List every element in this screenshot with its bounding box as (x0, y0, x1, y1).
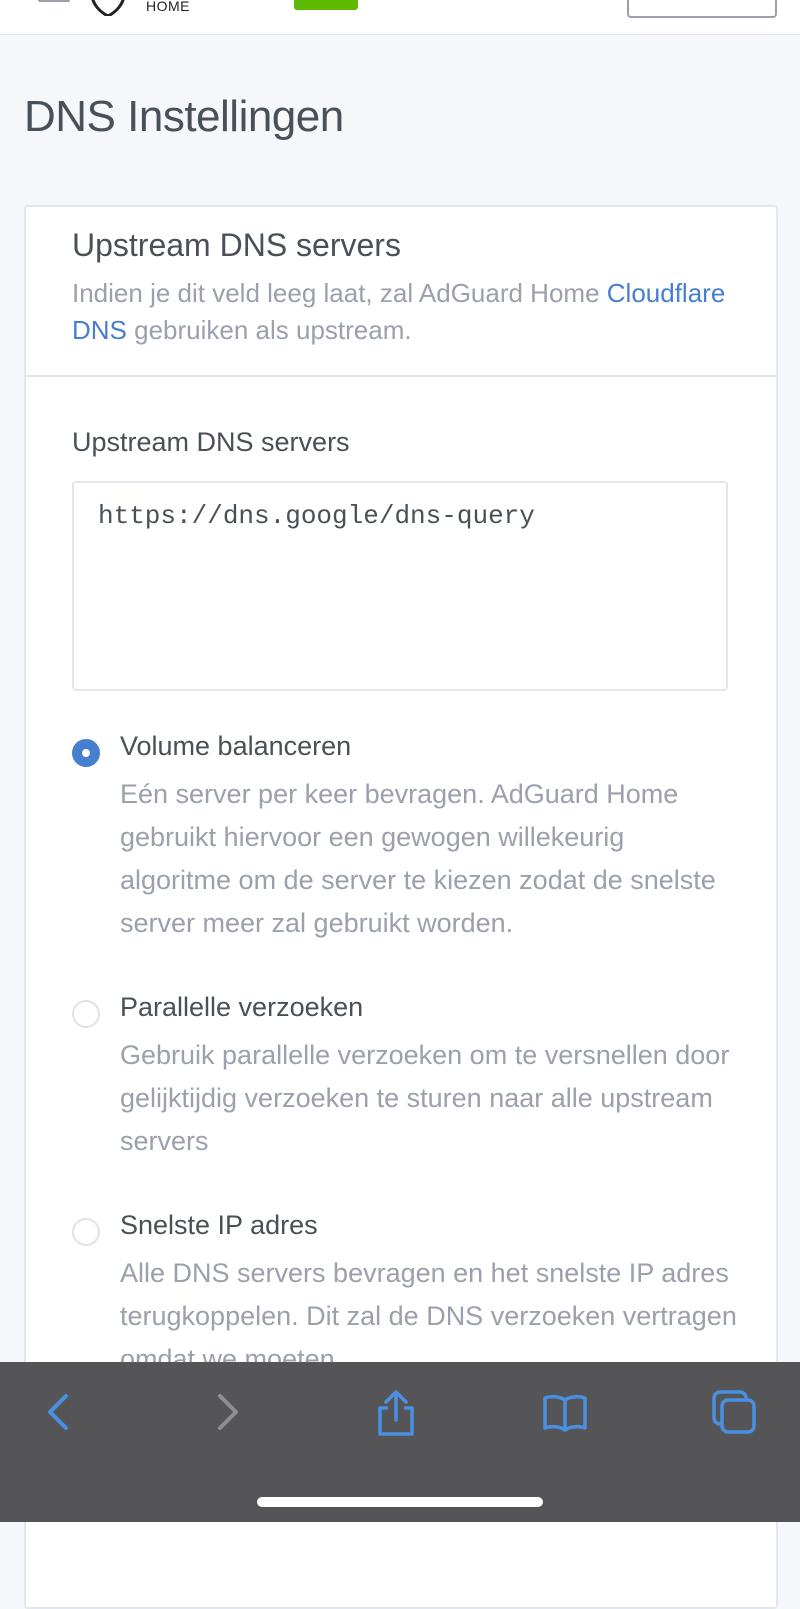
radio-load-balancing[interactable] (72, 739, 100, 767)
radio-label: Snelste IP adres (120, 1210, 318, 1240)
back-button[interactable] (34, 1388, 82, 1436)
radio-label: Volume balanceren (120, 731, 352, 761)
radio-description: Eén server per keer bevragen. AdGuard Ho… (120, 779, 716, 938)
top-navbar: HOME (0, 0, 800, 35)
forward-button[interactable] (204, 1388, 252, 1436)
tabs-button[interactable] (710, 1388, 758, 1436)
home-indicator (257, 1497, 543, 1507)
browser-toolbar (0, 1362, 800, 1522)
radio-fastest-ip[interactable] (72, 1218, 100, 1246)
header-button[interactable] (627, 0, 777, 18)
card-desc-prefix: Indien je dit veld leeg laat, zal AdGuar… (72, 278, 607, 308)
version-badge (294, 0, 358, 10)
menu-icon[interactable] (38, 0, 70, 2)
back-icon (48, 1394, 68, 1430)
share-button[interactable] (372, 1388, 420, 1436)
card-desc-suffix: gebruiken als upstream. (126, 315, 412, 345)
card-title: Upstream DNS servers (72, 227, 401, 263)
radio-label: Parallelle verzoeken (120, 992, 364, 1022)
logo-text: HOME (146, 0, 190, 14)
card-description: Indien je dit veld leeg laat, zal AdGuar… (72, 275, 732, 349)
upstream-servers-textarea[interactable]: https://dns.google/dns-query (72, 481, 728, 691)
page-title: DNS Instellingen (24, 92, 344, 141)
upstream-servers-label: Upstream DNS servers (72, 427, 350, 457)
tabs-icon (712, 1390, 756, 1434)
adguard-shield-logo[interactable] (88, 0, 128, 16)
radio-description: Gebruik parallelle verzoeken om te versn… (120, 1040, 730, 1156)
radio-parallel[interactable] (72, 1000, 100, 1028)
share-icon (378, 1390, 414, 1436)
bookmarks-button[interactable] (541, 1388, 589, 1436)
forward-icon (218, 1394, 238, 1430)
card-header: Upstream DNS servers Indien je dit veld … (26, 207, 776, 377)
bookmarks-icon (543, 1394, 587, 1432)
